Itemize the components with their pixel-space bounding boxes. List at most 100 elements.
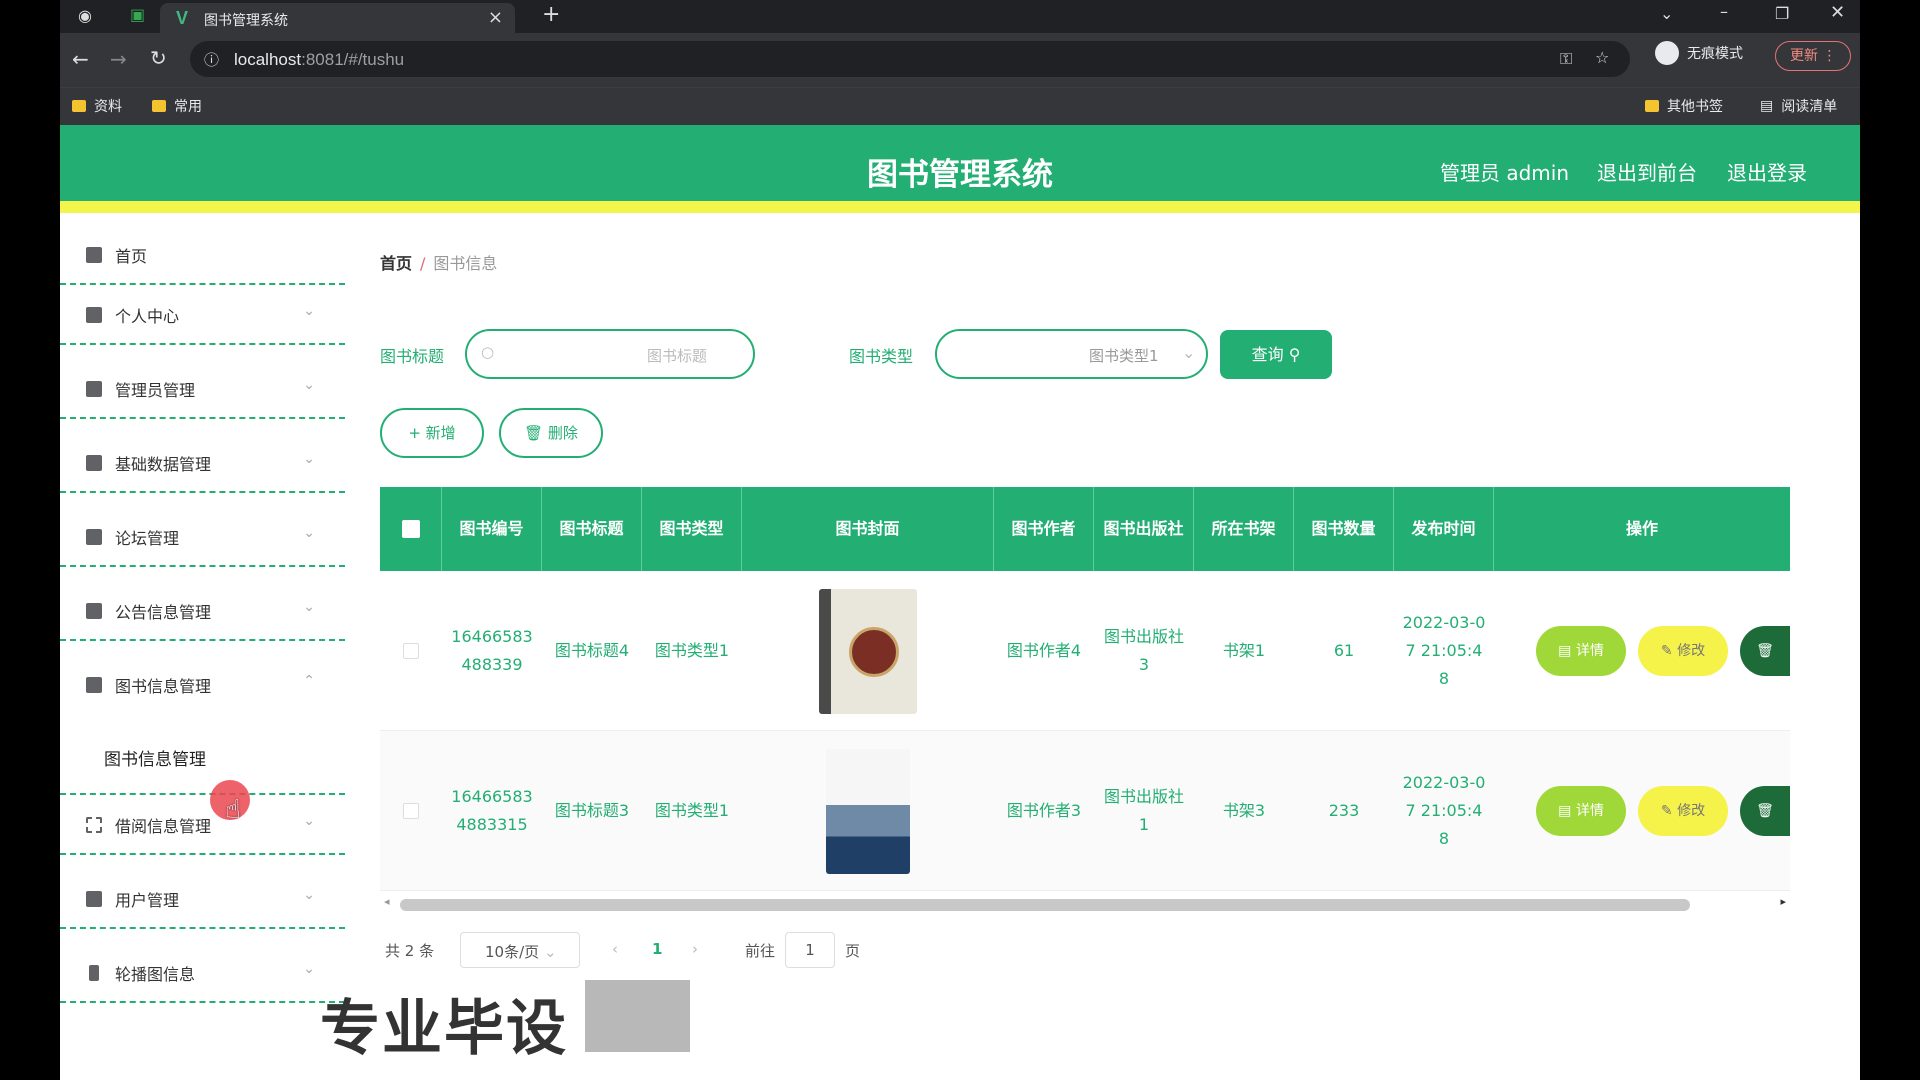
chevron-down-icon: ⌄ [303, 599, 315, 615]
th-cover: 图书封面 [742, 487, 994, 571]
sidebar-submenu-divider [60, 730, 345, 795]
edit-button[interactable]: ✎ 修改 [1638, 786, 1728, 836]
user-icon [86, 307, 102, 323]
th-id: 图书编号 [442, 487, 542, 571]
sidebar-item-users[interactable]: 用户管理 ⌄ [60, 869, 345, 929]
sidebar-item-carousel[interactable]: 轮播图信息 ⌄ [60, 943, 345, 1003]
incognito-indicator[interactable]: 无痕模式 [1655, 41, 1743, 65]
chevron-down-icon: ⌄ [303, 451, 315, 467]
sheet-icon[interactable]: ▣ [130, 5, 145, 24]
row-checkbox[interactable] [403, 803, 419, 819]
sidebar-item-books[interactable]: 图书信息管理 ⌃ [60, 655, 345, 715]
book-cover-image [819, 588, 917, 714]
key-icon[interactable]: ⚿ [1560, 49, 1572, 69]
select-all-checkbox[interactable] [401, 520, 420, 538]
detail-button[interactable]: ▤ 详情 [1536, 786, 1626, 836]
reading-list[interactable]: ▤ 阅读清单 [1760, 96, 1837, 116]
sidebar-item-label: 论坛管理 [115, 529, 180, 548]
admin-label: 管理员 admin [1440, 161, 1570, 185]
sidebar-item-label: 轮播图信息 [115, 965, 196, 984]
tab-list-icon[interactable]: ⌄ [1660, 4, 1673, 23]
new-tab-icon[interactable]: + [542, 2, 560, 27]
cell-author: 图书作者4 [1006, 641, 1082, 660]
url-path: :8081/#/tushu [301, 50, 405, 69]
star-icon[interactable]: ☆ [1595, 48, 1609, 67]
bookmark-folder[interactable]: 常用 [152, 96, 202, 116]
folder-icon [72, 100, 86, 112]
bookmark-folder[interactable]: 其他书签 [1645, 96, 1723, 116]
row-checkbox[interactable] [403, 643, 419, 659]
bookmarks-bar: 资料 常用 其他书签 ▤ 阅读清单 [60, 87, 1860, 125]
next-page-icon[interactable]: › [692, 940, 698, 958]
document-icon [86, 891, 102, 907]
sidebar-item-basedata[interactable]: 基础数据管理 ⌄ [60, 433, 345, 493]
page-number-current[interactable]: 1 [652, 940, 662, 958]
browser-tab-bar: ◉ ▣ V 图书管理系统 × + ⌄ – ❐ ✕ [60, 0, 1860, 33]
window-close-icon[interactable]: ✕ [1830, 2, 1845, 23]
reload-icon[interactable]: ↻ [150, 46, 167, 70]
delete-row-button[interactable]: 🗑 [1740, 786, 1790, 836]
back-icon[interactable]: ← [72, 47, 89, 71]
info-icon[interactable]: ⓘ [204, 49, 219, 70]
vue-favicon-icon: V [176, 8, 189, 28]
folder-icon [152, 100, 166, 112]
restore-icon[interactable]: ❐ [1775, 4, 1789, 23]
scroll-left-icon[interactable]: ◂ [384, 895, 390, 908]
address-bar[interactable]: ⓘ localhost:8081/#/tushu ⚿ ☆ [190, 41, 1630, 77]
chevron-down-icon: ⌄ [303, 525, 315, 541]
scrollbar-thumb[interactable] [400, 899, 1690, 911]
sidebar-item-personal[interactable]: 个人中心 ⌄ [60, 285, 345, 345]
tab-close-icon[interactable]: × [488, 7, 503, 28]
sidebar-item-borrow[interactable]: 借阅信息管理 ⌄ [60, 795, 345, 855]
edit-button[interactable]: ✎ 修改 [1638, 626, 1728, 676]
minimize-icon[interactable]: – [1720, 2, 1728, 21]
update-button[interactable]: 更新 ⋮ [1775, 41, 1851, 71]
screen: ◉ ▣ V 图书管理系统 × + ⌄ – ❐ ✕ ← → ↻ ⓘ localho… [60, 0, 1860, 1080]
browser-toolbar: ← → ↻ ⓘ localhost:8081/#/tushu ⚿ ☆ 无痕模式 … [60, 33, 1860, 87]
cell-ops: ▤ 详情 ✎ 修改 🗑 [1494, 731, 1790, 891]
chevron-down-icon: ⌄ [303, 303, 315, 319]
sidebar-item-forum[interactable]: 论坛管理 ⌄ [60, 507, 345, 567]
prev-page-icon[interactable]: ‹ [612, 940, 618, 958]
type-select-value: 图书类型1 [1089, 347, 1159, 365]
forward-icon[interactable]: → [110, 47, 127, 71]
page-size-value: 10条/页 [485, 943, 540, 961]
cell-id: 164665834883315 [451, 787, 533, 834]
breadcrumb-home[interactable]: 首页 [380, 254, 412, 273]
cell-type: 图书类型1 [654, 801, 730, 820]
goto-page-input[interactable]: 1 [785, 932, 835, 968]
table-horizontal-scrollbar[interactable]: ◂ ▸ [380, 895, 1790, 911]
page-size-select[interactable]: 10条/页 ⌄ [460, 932, 580, 968]
sidebar-item-admin[interactable]: 管理员管理 ⌄ [60, 359, 345, 419]
add-button[interactable]: + 新增 [380, 408, 484, 458]
home-icon [86, 247, 102, 263]
scroll-right-icon[interactable]: ▸ [1780, 895, 1786, 908]
bookmark-folder[interactable]: 资料 [72, 96, 122, 116]
app-header: 图书管理系统 管理员 admin 退出到前台 退出登录 [60, 125, 1860, 213]
sidebar-item-home[interactable]: 首页 [60, 225, 345, 285]
row-check-cell [380, 731, 442, 891]
logout-link[interactable]: 退出登录 [1727, 157, 1807, 186]
chevron-down-icon: ⌄ [543, 943, 557, 961]
detail-button[interactable]: ▤ 详情 [1536, 626, 1626, 676]
book-cover-image [826, 748, 910, 874]
cell-title: 图书标题4 [554, 641, 630, 660]
globe-icon[interactable]: ◉ [78, 6, 92, 25]
sidebar-item-label: 图书信息管理 [115, 677, 212, 696]
type-select[interactable]: 图书类型1 ⌄ [935, 329, 1208, 379]
delete-button[interactable]: 🗑 删除 [499, 408, 603, 458]
title-search-input[interactable]: ○ 图书标题 [465, 329, 755, 379]
cell-ops: ▤ 详情 ✎ 修改 🗑 [1494, 571, 1790, 731]
query-button[interactable]: 查询 ⚲ [1220, 330, 1332, 379]
cell-publisher: 图书出版社1 [1103, 787, 1184, 834]
cell-type: 图书类型1 [654, 641, 730, 660]
browser-tab[interactable]: V 图书管理系统 × [160, 3, 515, 33]
table-row: 16466583488339 图书标题4 图书类型1 图书作者4 图书出版社3 … [380, 571, 1790, 731]
delete-row-button[interactable]: 🗑 [1740, 626, 1790, 676]
update-label: 更新 [1790, 48, 1818, 64]
to-front-link[interactable]: 退出到前台 [1597, 157, 1697, 186]
flag-icon [86, 381, 102, 397]
app-title: 图书管理系统 [867, 157, 1053, 193]
sidebar-item-notice[interactable]: 公告信息管理 ⌄ [60, 581, 345, 641]
th-shelf: 所在书架 [1194, 487, 1294, 571]
